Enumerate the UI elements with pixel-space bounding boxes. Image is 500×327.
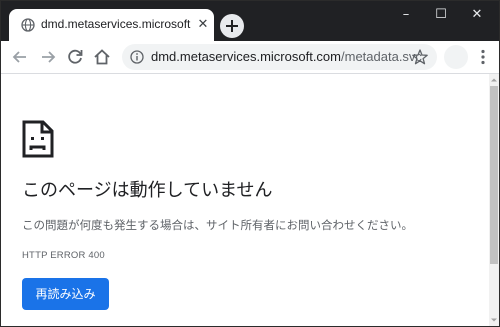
scroll-up-icon[interactable] [489,75,499,85]
error-heading: このページは動作していません [22,180,273,201]
browser-window: dmd.metaservices.microsoft.com ✕ – ☐ ✕ [0,0,500,327]
info-icon[interactable] [130,50,144,64]
url-text: dmd.metaservices.microsoft.com/metadata.… [151,49,422,65]
address-bar[interactable]: dmd.metaservices.microsoft.com/metadata.… [122,44,437,70]
minimize-button[interactable]: – [391,5,421,25]
arrow-right-icon[interactable] [36,45,60,69]
kebab-menu-icon[interactable] [471,45,495,69]
tab-active[interactable]: dmd.metaservices.microsoft.com ✕ [9,9,214,41]
maximize-button[interactable]: ☐ [426,5,456,25]
new-tab-button[interactable] [220,14,244,38]
tab-title: dmd.metaservices.microsoft.com [41,17,191,31]
reload-icon[interactable] [63,45,87,69]
vertical-scrollbar[interactable] [489,74,499,326]
home-icon[interactable] [90,45,114,69]
url-host: dmd.metaservices.microsoft.com [151,49,341,64]
arrow-left-icon[interactable] [8,45,32,69]
sad-page-icon [22,120,54,158]
plus-icon [226,20,238,32]
star-icon[interactable] [411,48,429,66]
close-icon[interactable]: ✕ [195,17,211,33]
error-page: このページは動作していません この問題が何度も発生する場合は、サイト所有者にお問… [1,74,499,326]
browser-toolbar: dmd.metaservices.microsoft.com/metadata.… [1,41,499,74]
scroll-down-icon[interactable] [489,315,499,325]
reload-button[interactable]: 再読み込み [22,278,109,310]
globe-icon [21,18,35,32]
error-description: この問題が何度も発生する場合は、サイト所有者にお問い合わせください。 [22,218,413,232]
url-path: /metadata.svc [341,49,422,64]
error-code: HTTP ERROR 400 [22,250,105,261]
tab-strip: dmd.metaservices.microsoft.com ✕ – ☐ ✕ [1,1,499,41]
scrollbar-thumb[interactable] [490,86,498,264]
window-close-button[interactable]: ✕ [462,5,492,25]
profile-avatar[interactable] [444,45,468,69]
